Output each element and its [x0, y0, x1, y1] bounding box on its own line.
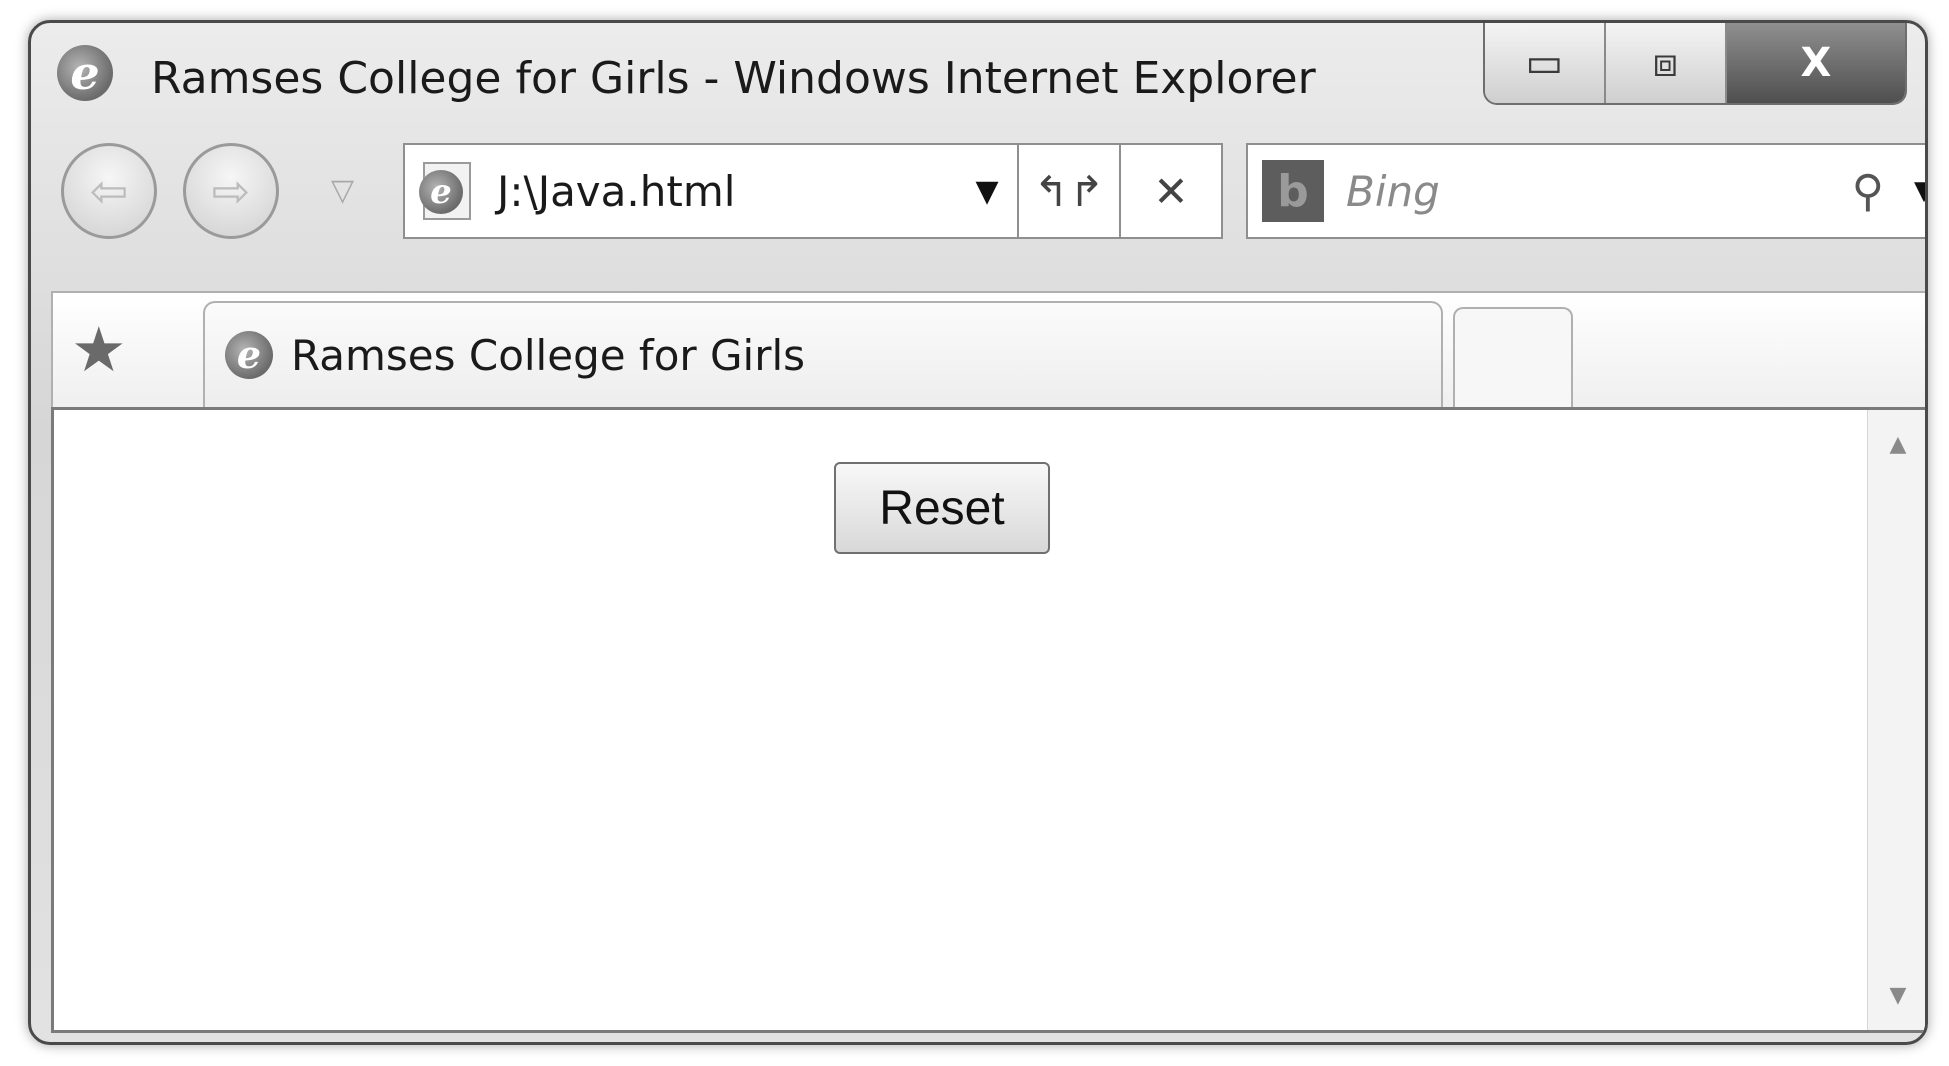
- address-bar: e J:\Java.html ▼ ↰↱ ✕: [403, 143, 1223, 239]
- ie-logo-icon: e: [57, 45, 113, 101]
- favorites-star-icon[interactable]: ★: [71, 313, 127, 386]
- scroll-up-arrow-icon[interactable]: ▲: [1868, 432, 1925, 457]
- tab-bar: ★ e Ramses College for Girls: [51, 291, 1925, 409]
- ie-page-icon: e: [419, 170, 463, 214]
- scroll-down-arrow-icon[interactable]: ▼: [1868, 983, 1925, 1008]
- search-dropdown-icon[interactable]: ▼: [1914, 176, 1925, 206]
- back-button[interactable]: ⇦: [61, 143, 157, 239]
- search-icon[interactable]: ⚲: [1852, 166, 1884, 217]
- tab-label: Ramses College for Girls: [291, 330, 806, 380]
- maximize-button[interactable]: ⧈: [1603, 23, 1725, 103]
- reset-button[interactable]: Reset: [834, 462, 1050, 554]
- bing-logo-icon: b: [1262, 160, 1324, 222]
- address-input[interactable]: J:\Java.html: [497, 167, 957, 216]
- minimize-button[interactable]: ▭: [1485, 23, 1604, 103]
- new-tab-button[interactable]: [1453, 307, 1573, 407]
- forward-button[interactable]: ⇨: [183, 143, 279, 239]
- arrow-left-icon: ⇦: [89, 164, 129, 218]
- window-title: Ramses College for Girls - Windows Inter…: [151, 53, 1316, 104]
- search-input[interactable]: Bing: [1346, 167, 1852, 216]
- ie-tab-icon: e: [225, 331, 273, 379]
- title-bar: e Ramses College for Girls - Windows Int…: [31, 23, 1925, 143]
- refresh-button[interactable]: ↰↱: [1019, 145, 1121, 237]
- stop-icon: ✕: [1153, 166, 1189, 216]
- page-icon: e: [419, 162, 471, 220]
- tab-active[interactable]: e Ramses College for Girls: [203, 301, 1443, 407]
- navigation-bar: ⇦ ⇨ ▽ e J:\Java.html ▼ ↰↱ ✕ b Bing ⚲: [31, 143, 1925, 253]
- address-field[interactable]: e J:\Java.html ▼: [405, 145, 1019, 237]
- window-controls: ▭ ⧈ X: [1483, 23, 1907, 105]
- close-button[interactable]: X: [1724, 23, 1905, 103]
- browser-window: e Ramses College for Girls - Windows Int…: [28, 20, 1928, 1045]
- stop-button[interactable]: ✕: [1121, 145, 1221, 237]
- vertical-scrollbar[interactable]: ▲ ▼: [1867, 410, 1925, 1030]
- refresh-icon: ↰↱: [1033, 166, 1105, 216]
- search-box: b Bing ⚲ ▼: [1246, 143, 1925, 239]
- history-dropdown-icon[interactable]: ▽: [331, 173, 354, 208]
- address-dropdown-icon[interactable]: ▼: [957, 174, 1017, 209]
- page-content: Reset ▲ ▼: [51, 407, 1925, 1033]
- arrow-right-icon: ⇨: [211, 164, 251, 218]
